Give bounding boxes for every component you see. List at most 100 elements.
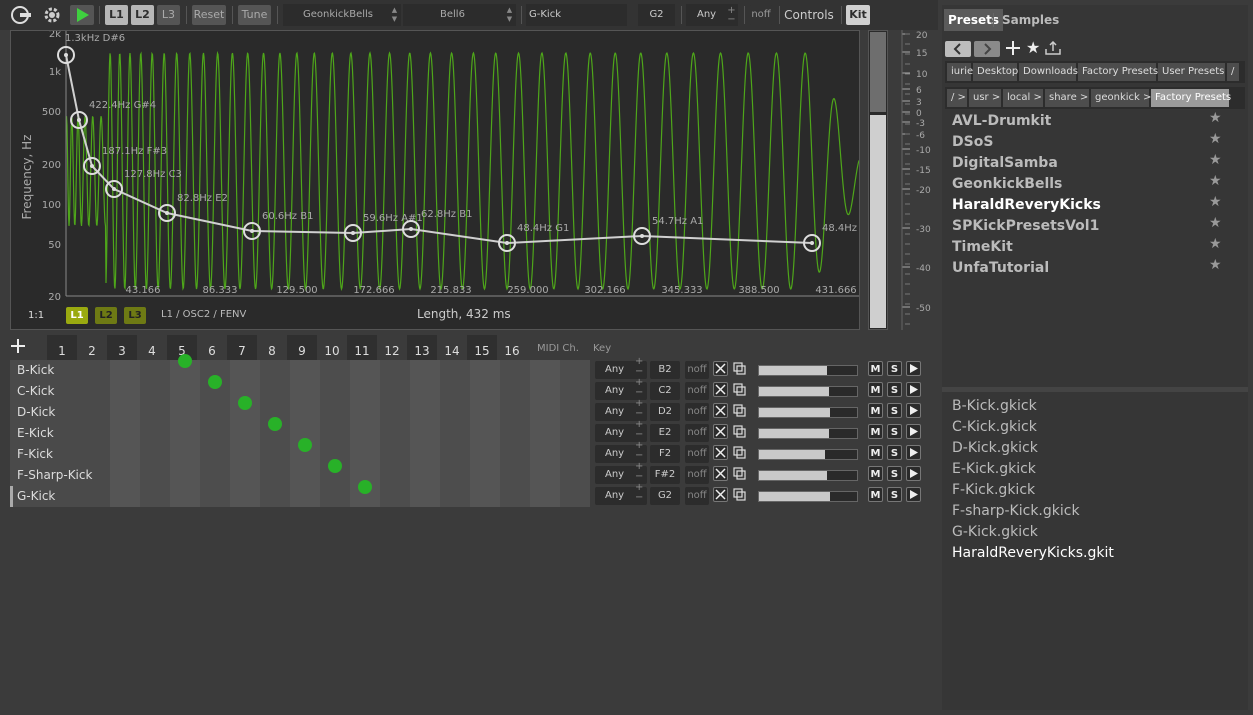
preset-item[interactable]: HaraldReveryKicks xyxy=(952,195,1101,216)
back-button[interactable] xyxy=(945,41,971,57)
breadcrumb-item[interactable]: Factory Presets xyxy=(1151,89,1231,107)
star-icon[interactable]: ★ xyxy=(1209,236,1222,252)
instrument-row-name[interactable]: G-Kick xyxy=(10,486,110,507)
row-volume-slider[interactable] xyxy=(758,491,858,502)
step-cell[interactable] xyxy=(200,375,230,402)
plus-minus-icon[interactable]: + − xyxy=(727,6,736,25)
logo-icon[interactable] xyxy=(10,5,32,25)
step-cell[interactable] xyxy=(500,444,530,465)
envelope-point[interactable]: 48.4Hz G1 xyxy=(803,223,859,252)
row-copy-button[interactable] xyxy=(732,403,747,418)
step-cell[interactable] xyxy=(530,381,560,402)
row-solo-button[interactable]: S xyxy=(887,382,902,397)
step-cell[interactable] xyxy=(170,423,200,444)
step-cell[interactable] xyxy=(290,486,320,507)
step-cell[interactable] xyxy=(530,423,560,444)
step-cell[interactable] xyxy=(470,402,500,423)
row-key[interactable]: G2 xyxy=(650,487,680,505)
step-cell[interactable] xyxy=(350,402,380,423)
tab-samples[interactable]: Samples xyxy=(998,9,1063,31)
instrument-row-name[interactable]: F-Sharp-Kick xyxy=(10,465,110,486)
add-folder-button[interactable] xyxy=(1006,41,1020,55)
row-mute-button[interactable]: M xyxy=(868,466,883,481)
star-icon[interactable]: ★ xyxy=(1209,152,1222,168)
row-note-off-button[interactable]: noff xyxy=(685,487,709,505)
step-cell[interactable] xyxy=(380,465,410,486)
add-instrument-button[interactable] xyxy=(10,338,26,354)
step-cell[interactable] xyxy=(140,465,170,486)
step-active-dot[interactable] xyxy=(208,375,222,389)
step-cell[interactable] xyxy=(470,360,500,381)
step-cell[interactable] xyxy=(530,402,560,423)
step-cell[interactable] xyxy=(110,486,140,507)
file-item[interactable]: F-sharp-Kick.gkick xyxy=(952,501,1080,522)
step-cell[interactable] xyxy=(560,465,590,486)
row-volume-slider[interactable] xyxy=(758,449,858,460)
step-cell[interactable] xyxy=(440,423,470,444)
instrument-row-name[interactable]: D-Kick xyxy=(10,402,110,423)
controls-button[interactable]: Controls xyxy=(783,5,835,25)
file-item[interactable]: D-Kick.gkick xyxy=(952,438,1038,459)
step-cell[interactable] xyxy=(560,444,590,465)
step-cell[interactable] xyxy=(440,402,470,423)
preset-item[interactable]: UnfaTutorial xyxy=(952,258,1049,279)
step-cell[interactable] xyxy=(200,423,230,444)
step-cell[interactable] xyxy=(260,381,290,402)
quick-path-button[interactable]: Downloads xyxy=(1019,63,1078,81)
quick-path-button[interactable]: / xyxy=(1227,63,1239,81)
row-mute-button[interactable]: M xyxy=(868,424,883,439)
row-remove-button[interactable] xyxy=(713,466,728,481)
envelope-editor[interactable]: 2k 1k 500 200 100 50 20 43.166 86.333 129.500 172… xyxy=(10,30,860,330)
file-item[interactable]: E-Kick.gkick xyxy=(952,459,1036,480)
step-cell[interactable] xyxy=(200,444,230,465)
quick-path-button[interactable]: User Presets xyxy=(1158,63,1225,81)
row-copy-button[interactable] xyxy=(732,487,747,502)
step-cell[interactable] xyxy=(110,360,140,381)
step-cell[interactable] xyxy=(170,465,200,486)
gear-icon[interactable] xyxy=(42,5,62,25)
row-play-button[interactable] xyxy=(906,382,921,397)
row-remove-button[interactable] xyxy=(713,445,728,460)
row-copy-button[interactable] xyxy=(732,466,747,481)
quick-path-button[interactable]: Factory Presets xyxy=(1078,63,1158,81)
instrument-row-name[interactable]: B-Kick xyxy=(10,360,110,381)
step-cell[interactable] xyxy=(320,402,350,423)
step-cell[interactable] xyxy=(110,444,140,465)
step-cell[interactable] xyxy=(110,381,140,402)
step-cell[interactable] xyxy=(380,486,410,507)
envelope-point[interactable]: 54.7Hz A1 xyxy=(633,216,703,245)
star-icon[interactable]: ★ xyxy=(1209,257,1222,273)
midi-channel-field[interactable]: Any + − xyxy=(686,4,738,26)
step-cell[interactable] xyxy=(410,444,440,465)
row-play-button[interactable] xyxy=(906,487,921,502)
row-mute-button[interactable]: M xyxy=(868,445,883,460)
step-cell[interactable] xyxy=(170,486,200,507)
forward-button[interactable] xyxy=(974,41,1000,57)
row-remove-button[interactable] xyxy=(713,382,728,397)
row-volume-slider[interactable] xyxy=(758,386,858,397)
breadcrumb-item[interactable]: geonkick > xyxy=(1091,89,1151,107)
file-item[interactable]: B-Kick.gkick xyxy=(952,396,1037,417)
plus-minus-icon[interactable]: + − xyxy=(635,399,643,419)
plus-minus-icon[interactable]: + − xyxy=(635,357,643,377)
row-volume-slider[interactable] xyxy=(758,470,858,481)
tab-presets[interactable]: Presets xyxy=(944,9,1004,31)
row-key[interactable]: F2 xyxy=(650,445,680,463)
step-cell[interactable] xyxy=(560,486,590,507)
step-cell[interactable] xyxy=(470,465,500,486)
step-cell[interactable] xyxy=(140,360,170,381)
favorite-button[interactable]: ★ xyxy=(1026,38,1040,57)
step-cell[interactable] xyxy=(350,360,380,381)
step-cell[interactable] xyxy=(230,486,260,507)
file-item[interactable]: C-Kick.gkick xyxy=(952,417,1037,438)
preset-item[interactable]: GeonkickBells xyxy=(952,174,1062,195)
step-cell[interactable] xyxy=(530,465,560,486)
row-volume-slider[interactable] xyxy=(758,407,858,418)
step-cell[interactable] xyxy=(380,402,410,423)
step-cell[interactable] xyxy=(290,402,320,423)
step-active-dot[interactable] xyxy=(178,354,192,368)
step-active-dot[interactable] xyxy=(298,438,312,452)
step-cell[interactable] xyxy=(140,423,170,444)
step-cell[interactable] xyxy=(440,381,470,402)
step-cell[interactable] xyxy=(500,465,530,486)
